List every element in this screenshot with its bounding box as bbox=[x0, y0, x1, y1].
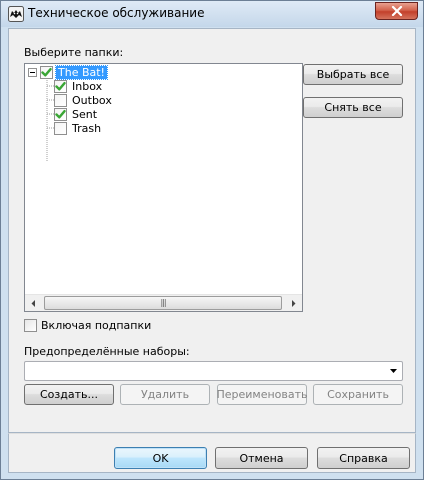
combo-dropdown-button[interactable] bbox=[385, 362, 402, 380]
arrow-left-icon bbox=[31, 299, 35, 307]
scroll-right-button[interactable] bbox=[285, 295, 302, 311]
tree-item-label: Trash bbox=[72, 122, 102, 135]
close-button[interactable] bbox=[375, 2, 418, 20]
checkbox-the-bat[interactable] bbox=[40, 66, 53, 79]
tree-item-label: Sent bbox=[72, 108, 98, 121]
window-title: Техническое обслуживание bbox=[28, 6, 205, 20]
horizontal-scrollbar[interactable]: ||| bbox=[25, 294, 302, 311]
checkbox-trash[interactable] bbox=[54, 122, 67, 135]
check-icon bbox=[41, 68, 52, 77]
folder-tree[interactable]: The Bat! Inbox Outbox Sent Trash ||| bbox=[24, 63, 303, 312]
presets-combobox[interactable] bbox=[24, 361, 403, 381]
include-subfolders-checkbox[interactable] bbox=[24, 319, 37, 332]
tree-item-inbox[interactable]: Inbox bbox=[54, 80, 104, 93]
create-preset-button[interactable]: Создать... bbox=[24, 384, 114, 405]
tree-item-label: Outbox bbox=[72, 94, 112, 107]
checkbox-inbox[interactable] bbox=[54, 80, 67, 93]
close-icon bbox=[391, 6, 402, 16]
presets-label: Предопределённые наборы: bbox=[24, 345, 190, 358]
dialog-body: Выберите папки: The Bat! Inbox Outbox Se… bbox=[8, 28, 416, 433]
tree-item-outbox[interactable]: Outbox bbox=[54, 94, 114, 107]
delete-preset-button[interactable]: Удалить bbox=[120, 384, 210, 405]
checkbox-sent[interactable] bbox=[54, 108, 67, 121]
grip-icon: ||| bbox=[160, 298, 166, 307]
rename-preset-button[interactable]: Переименовать bbox=[216, 384, 308, 405]
maintenance-dialog: Техническое обслуживание Выберите папки:… bbox=[0, 0, 424, 480]
folders-label: Выберите папки: bbox=[24, 46, 124, 59]
the-bat-icon bbox=[8, 6, 24, 22]
scroll-thumb[interactable]: ||| bbox=[44, 296, 282, 310]
ok-button[interactable]: OK bbox=[114, 447, 207, 469]
tree-item-trash[interactable]: Trash bbox=[54, 122, 103, 135]
tree-item-label: Inbox bbox=[72, 80, 103, 93]
tree-item-sent[interactable]: Sent bbox=[54, 108, 99, 121]
arrow-right-icon bbox=[292, 299, 296, 307]
check-icon bbox=[55, 110, 66, 119]
cancel-button[interactable]: Отмена bbox=[215, 447, 308, 469]
dialog-footer: OK Отмена Справка bbox=[8, 433, 416, 473]
tree-item-label: The Bat! bbox=[55, 65, 108, 80]
tree-item-the-bat[interactable]: The Bat! bbox=[40, 65, 108, 80]
title-bar[interactable]: Техническое обслуживание bbox=[1, 1, 423, 27]
collapse-icon[interactable] bbox=[28, 68, 37, 77]
deselect-all-button[interactable]: Снять все bbox=[303, 97, 403, 118]
checkbox-outbox[interactable] bbox=[54, 94, 67, 107]
select-all-button[interactable]: Выбрать все bbox=[303, 64, 403, 85]
save-preset-button[interactable]: Сохранить bbox=[313, 384, 403, 405]
help-button[interactable]: Справка bbox=[317, 447, 410, 469]
chevron-down-icon bbox=[390, 369, 397, 373]
include-subfolders-label[interactable]: Включая подпапки bbox=[41, 319, 151, 332]
scroll-left-button[interactable] bbox=[25, 295, 42, 311]
check-icon bbox=[55, 82, 66, 91]
